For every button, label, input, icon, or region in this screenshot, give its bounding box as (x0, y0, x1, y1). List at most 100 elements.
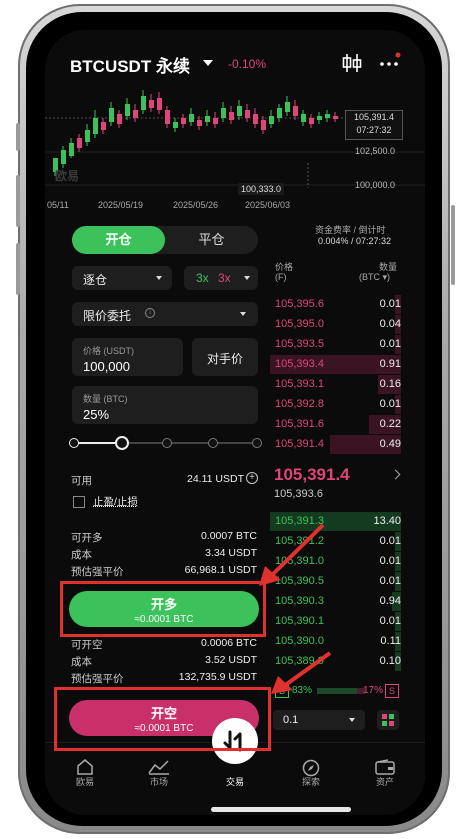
col-qty-unit[interactable]: (BTC ▾) (359, 272, 390, 283)
candle-body (301, 114, 306, 122)
last-price-tag-value: 105,391.4 (353, 112, 395, 122)
candle-body (229, 112, 234, 120)
slider-step-75[interactable] (208, 438, 218, 448)
open-close-tabs: 开仓 平仓 (72, 226, 258, 254)
bid-price: 105,390.3 (275, 595, 324, 607)
margin-mode-select[interactable]: 逐仓 (72, 266, 172, 290)
quantity-slider-knob[interactable] (115, 436, 129, 450)
ask-row[interactable]: 105,393.4 0.91 (270, 355, 401, 374)
info-icon[interactable]: i (145, 308, 155, 318)
ask-row[interactable]: 105,392.8 0.01 (270, 395, 401, 414)
nav-home-label: 欧易 (75, 777, 94, 787)
candle-body (157, 98, 162, 110)
orderbook-mid-price[interactable]: 105,391.4 (274, 465, 350, 485)
candle-body (85, 130, 90, 142)
long-liq-value: 66,968.1 USDT (184, 564, 257, 576)
price-change: -0.10% (228, 57, 267, 71)
bid-qty: 0.01 (379, 535, 401, 547)
candle-body (125, 104, 130, 116)
ask-row[interactable]: 105,391.6 0.22 (270, 415, 401, 434)
tpsl-label[interactable]: 止盈/止损 (93, 494, 138, 509)
annotation-arrow-short (271, 651, 332, 694)
home-indicator (211, 807, 351, 812)
nav-market-label: 市场 (149, 777, 168, 787)
sell-ratio: 17% (363, 685, 384, 696)
ask-qty: 0.22 (379, 418, 401, 430)
chevron-down-icon (156, 276, 162, 280)
ask-qty: 0.16 (379, 378, 401, 390)
candle-body (77, 138, 82, 148)
order-type-select[interactable]: 限价委托 i (72, 302, 258, 326)
ask-qty: 0.04 (379, 318, 401, 330)
quantity-input[interactable]: 数量 (BTC) 25% (72, 386, 258, 424)
chart-low-marker: 100,333.0 (238, 183, 285, 195)
last-price-tag-countdown: 07:27:32 (356, 125, 392, 135)
ask-qty: 0.01 (379, 338, 401, 350)
candle-body (149, 100, 154, 108)
price-input-label: 价格 (USDT) (83, 346, 134, 356)
candle-body (189, 114, 194, 122)
candle-body (333, 116, 338, 119)
candle-body (325, 114, 330, 118)
candle-body (269, 116, 274, 124)
candle-body (253, 114, 258, 124)
bid-row[interactable]: 105,390.1 0.01 (270, 612, 401, 631)
ask-row[interactable]: 105,395.6 0.01 (270, 295, 401, 314)
tpsl-checkbox[interactable] (73, 496, 85, 508)
chart-date-2: 2025/05/26 (173, 200, 219, 210)
chevron-down-icon (349, 718, 355, 722)
candlestick-icon[interactable] (340, 52, 364, 74)
candle-body (309, 118, 314, 124)
long-cost-label: 成本 (71, 549, 92, 561)
bid-price: 105,390.1 (275, 615, 324, 627)
pair-title[interactable]: BTCUSDT 永续 (70, 52, 190, 77)
depth-value: 0.1 (283, 714, 299, 726)
depth-select[interactable]: 0.1 (273, 710, 365, 730)
slider-step-0[interactable] (69, 438, 79, 448)
bid-row[interactable]: 105,390.3 0.94 (270, 592, 401, 611)
bid-price: 105,390.0 (275, 635, 324, 647)
max-long-label: 可开多 (71, 532, 103, 544)
funding-value: 0.004% / 07:27:32 (318, 236, 392, 246)
annotation-long-box (60, 581, 266, 637)
candle-body (173, 122, 178, 128)
chevron-right-icon[interactable] (390, 469, 401, 480)
tab-open[interactable]: 开仓 (72, 226, 165, 254)
chart-date-0: 05/11 (47, 200, 69, 210)
short-liq-value: 132,735.9 USDT (178, 671, 257, 683)
bid-qty: 0.10 (379, 655, 401, 667)
ask-price: 105,393.5 (275, 338, 324, 350)
candle-body (133, 110, 138, 118)
ask-row[interactable]: 105,393.5 0.01 (270, 335, 401, 354)
price-input[interactable]: 价格 (USDT) 100,000 (72, 338, 183, 376)
more-icon[interactable] (377, 52, 401, 74)
counterparty-price-label: 对手价 (206, 352, 243, 366)
market-icon (148, 760, 169, 775)
ask-row[interactable]: 105,395.0 0.04 (270, 315, 401, 334)
candle-body (181, 118, 186, 124)
slider-step-50[interactable] (162, 438, 172, 448)
slider-step-100[interactable] (252, 438, 262, 448)
funding-label: 资金费率 / 倒计时 (315, 225, 386, 235)
tab-close[interactable]: 平仓 (165, 226, 258, 254)
transfer-add-icon[interactable]: + (246, 472, 258, 484)
leverage-select[interactable]: 3x 3x (184, 266, 258, 290)
max-long-value: 0.0007 BTC (200, 530, 257, 542)
ask-qty: 0.01 (379, 398, 401, 410)
counterparty-price-button[interactable]: 对手价 (192, 338, 258, 376)
candle-body (293, 106, 298, 116)
orderbook-mark-price: 105,393.6 (274, 488, 323, 500)
max-short-value: 0.0006 BTC (200, 637, 257, 649)
orderbook-layout-icon[interactable] (377, 710, 399, 730)
ask-qty: 0.01 (379, 298, 401, 310)
wallet-icon (375, 759, 395, 775)
pair-dropdown-icon[interactable] (203, 60, 213, 66)
leverage-long: 3x (196, 271, 209, 285)
ask-row[interactable]: 105,391.4 0.49 (270, 435, 401, 454)
chart-level-high: 102,500.0 (355, 146, 396, 156)
phone-volume-up (16, 175, 20, 227)
price-input-value: 100,000 (83, 359, 130, 374)
col-price-unit: (F) (275, 272, 287, 282)
ask-row[interactable]: 105,393.1 0.16 (270, 375, 401, 394)
available-label: 可用 (71, 475, 92, 487)
